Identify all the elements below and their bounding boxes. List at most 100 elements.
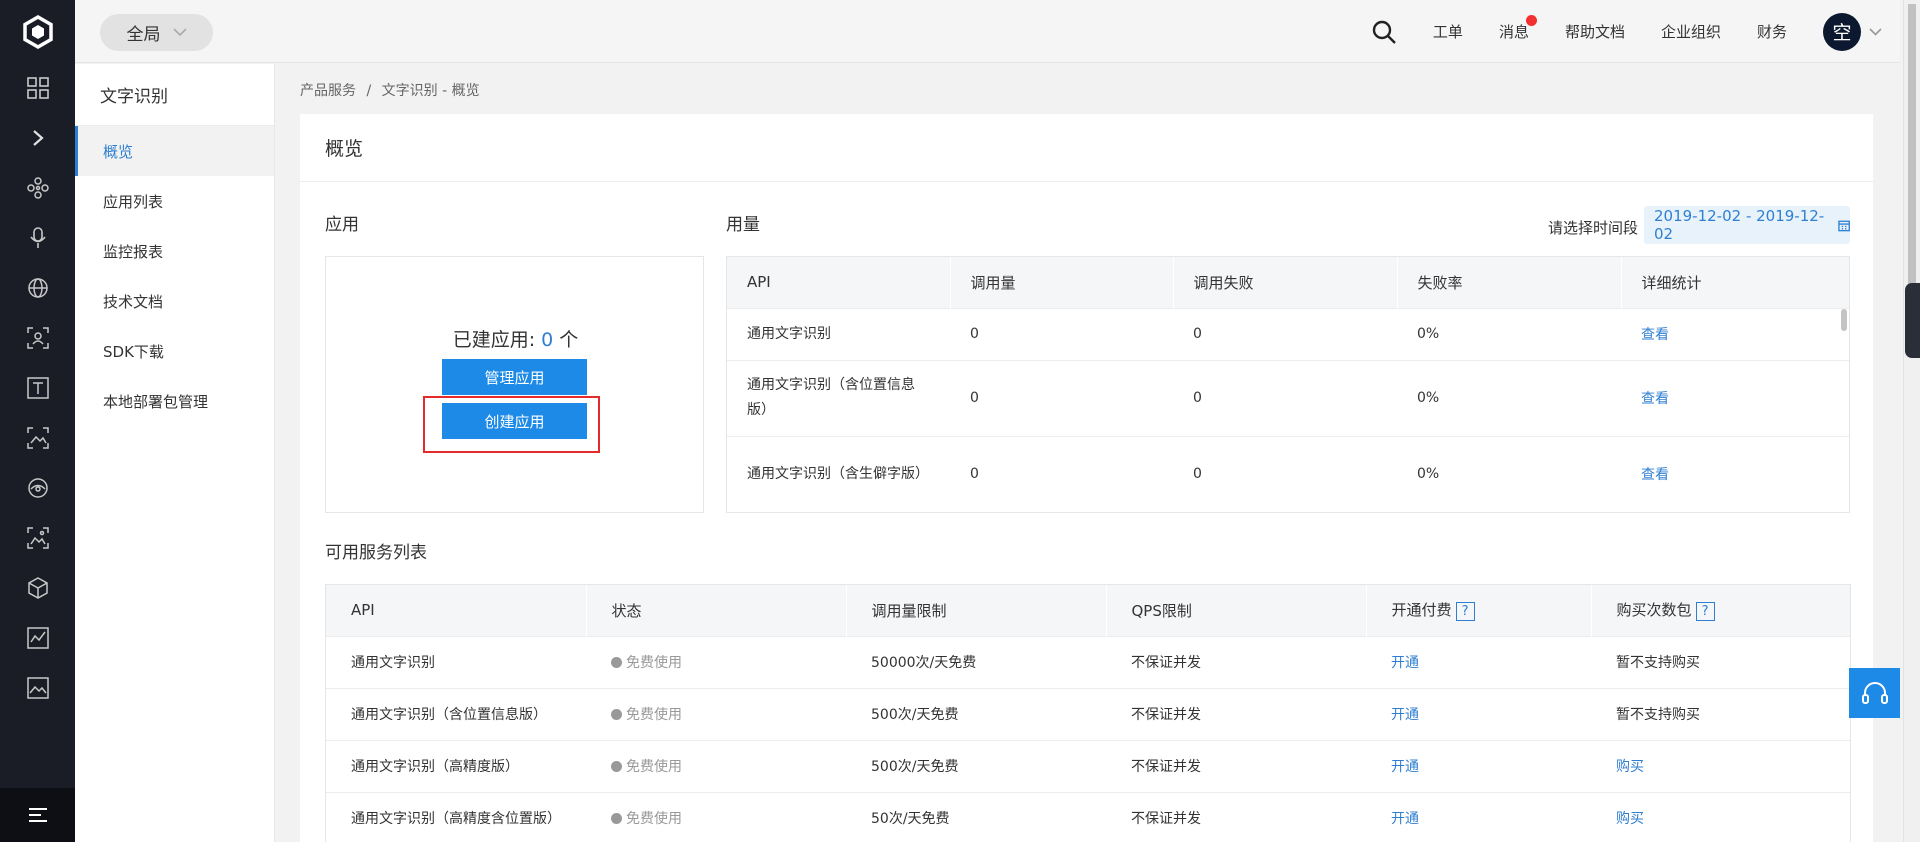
open-payment-link[interactable]: 开通 xyxy=(1391,707,1419,723)
nav-grid[interactable] xyxy=(0,63,75,113)
nav-globe[interactable] xyxy=(0,263,75,313)
nav-speech[interactable] xyxy=(0,213,75,263)
buy-package-link[interactable]: 购买 xyxy=(1616,759,1644,775)
open-payment-link[interactable]: 开通 xyxy=(1391,655,1419,671)
nav-cube[interactable] xyxy=(0,563,75,613)
nav-chart[interactable] xyxy=(0,613,75,663)
sidebar-item-overview[interactable]: 概览 xyxy=(75,126,274,176)
message-badge xyxy=(1525,15,1537,26)
table-row: 通用文字识别（含生僻字版） 0 0 0% 查看 xyxy=(727,435,1849,512)
usage-header: API xyxy=(727,257,950,308)
breadcrumb-separator: / xyxy=(366,83,372,99)
status-text: 免费使用 xyxy=(626,759,682,775)
sidebar-title: 文字识别 xyxy=(75,64,274,126)
table-row: 通用文字识别（高精度含位置版） 免费使用 50次/天免费 不保证并发 开通 购买 xyxy=(326,791,1850,842)
nav-face[interactable] xyxy=(0,313,75,363)
usage-table: API 调用量 调用失败 失败率 详细统计 通用文字识别 0 0 0% 查看 通… xyxy=(726,256,1850,513)
app-count: 已建应用: 0 个 xyxy=(326,325,705,352)
service-status: 免费使用 xyxy=(586,635,846,688)
support-button[interactable] xyxy=(1849,668,1900,718)
help-icon[interactable]: ? xyxy=(1455,602,1475,622)
nav-help-docs[interactable]: 帮助文档 xyxy=(1565,21,1625,42)
manage-apps-button[interactable]: 管理应用 xyxy=(442,359,587,395)
services-header-payment: 开通付费? xyxy=(1365,585,1591,636)
services-header-label: 开通付费 xyxy=(1391,601,1452,620)
nav-eye[interactable] xyxy=(0,463,75,513)
logo[interactable] xyxy=(0,0,75,63)
nav-organization[interactable]: 企业组织 xyxy=(1661,21,1721,42)
search-button[interactable] xyxy=(1371,19,1397,45)
service-api: 通用文字识别（高精度版） xyxy=(326,739,586,792)
nav-text[interactable] xyxy=(0,363,75,413)
service-status: 免费使用 xyxy=(586,791,846,842)
open-payment-link[interactable]: 开通 xyxy=(1391,811,1419,827)
nav-photo[interactable] xyxy=(0,513,75,563)
breadcrumb-item[interactable]: 产品服务 xyxy=(300,83,356,99)
view-details-link[interactable]: 查看 xyxy=(1641,467,1669,483)
nav-menu[interactable] xyxy=(0,788,75,842)
usage-rate: 0% xyxy=(1397,307,1621,360)
status-text: 免费使用 xyxy=(626,655,682,671)
sidebar-item-monitoring[interactable]: 监控报表 xyxy=(75,226,274,276)
scope-selector[interactable]: 全局 xyxy=(100,14,213,51)
top-nav: 工单 消息 帮助文档 企业组织 财务 空 xyxy=(1371,0,1882,63)
services-header-package: 购买次数包? xyxy=(1590,585,1850,636)
nav-finance[interactable]: 财务 xyxy=(1757,21,1787,42)
page-title: 概览 xyxy=(300,114,1873,182)
page-scrollbar[interactable] xyxy=(1903,0,1920,842)
usage-header: 失败率 xyxy=(1396,257,1621,308)
services-section-title: 可用服务列表 xyxy=(325,543,427,563)
date-range-value: 2019-12-02 - 2019-12-02 xyxy=(1654,207,1825,243)
service-limit: 50000次/天免费 xyxy=(846,635,1106,688)
status-dot xyxy=(611,709,622,720)
date-range-picker[interactable]: 2019-12-02 - 2019-12-02 xyxy=(1644,206,1850,244)
service-qps: 不保证并发 xyxy=(1106,739,1366,792)
services-header: 调用量限制 xyxy=(845,585,1106,636)
usage-fails: 0 xyxy=(1173,359,1397,436)
globe-icon xyxy=(27,278,48,298)
photo-scan-icon xyxy=(26,527,49,549)
grid-icon xyxy=(26,77,49,99)
status-text: 免费使用 xyxy=(626,811,682,828)
landscape-icon xyxy=(26,677,49,699)
buy-package-link[interactable]: 购买 xyxy=(1616,811,1644,827)
headset-icon xyxy=(1861,682,1888,704)
nav-ticket[interactable]: 工单 xyxy=(1433,21,1463,42)
nav-expand[interactable] xyxy=(0,113,75,163)
help-icon[interactable]: ? xyxy=(1695,602,1715,622)
nav-messages[interactable]: 消息 xyxy=(1499,15,1537,42)
nav-landscape[interactable] xyxy=(0,663,75,713)
sidebar-item-local-deploy[interactable]: 本地部署包管理 xyxy=(75,376,274,426)
table-row: 通用文字识别（高精度版） 免费使用 500次/天免费 不保证并发 开通 购买 xyxy=(326,739,1850,792)
usage-fails: 0 xyxy=(1173,435,1397,512)
breadcrumb-current: 文字识别 - 概览 xyxy=(381,83,480,99)
sidebar-item-tech-docs[interactable]: 技术文档 xyxy=(75,276,274,326)
service-api: 通用文字识别（含位置信息版） xyxy=(326,687,586,740)
open-payment-link[interactable]: 开通 xyxy=(1391,759,1419,775)
network-icon xyxy=(26,177,49,199)
status-dot xyxy=(611,657,622,668)
nav-image[interactable] xyxy=(0,413,75,463)
expand-icon xyxy=(32,130,44,146)
view-details-link[interactable]: 查看 xyxy=(1641,391,1669,407)
left-icon-bar xyxy=(0,0,75,842)
service-status: 免费使用 xyxy=(586,687,846,740)
nav-network[interactable] xyxy=(0,163,75,213)
page-scrollbar-thumb[interactable] xyxy=(1908,4,1916,289)
sidebar-item-sdk-download[interactable]: SDK下载 xyxy=(75,326,274,376)
side-toolbar-handle[interactable] xyxy=(1905,283,1920,358)
menu-icon xyxy=(28,808,47,822)
microphone-icon xyxy=(29,227,46,248)
chevron-down-icon[interactable] xyxy=(1869,27,1882,36)
view-details-link[interactable]: 查看 xyxy=(1641,327,1669,343)
services-header: QPS限制 xyxy=(1105,585,1366,636)
usage-calls: 0 xyxy=(950,435,1173,512)
table-row: 通用文字识别（含位置信息版） 免费使用 500次/天免费 不保证并发 开通 暂不… xyxy=(326,687,1850,740)
service-qps: 不保证并发 xyxy=(1106,635,1366,688)
services-header: API xyxy=(326,585,586,636)
usage-fails: 0 xyxy=(1173,307,1397,360)
avatar[interactable]: 空 xyxy=(1823,12,1861,51)
table-scrollbar[interactable] xyxy=(1841,309,1847,331)
text-icon xyxy=(26,377,49,399)
sidebar-item-app-list[interactable]: 应用列表 xyxy=(75,176,274,226)
